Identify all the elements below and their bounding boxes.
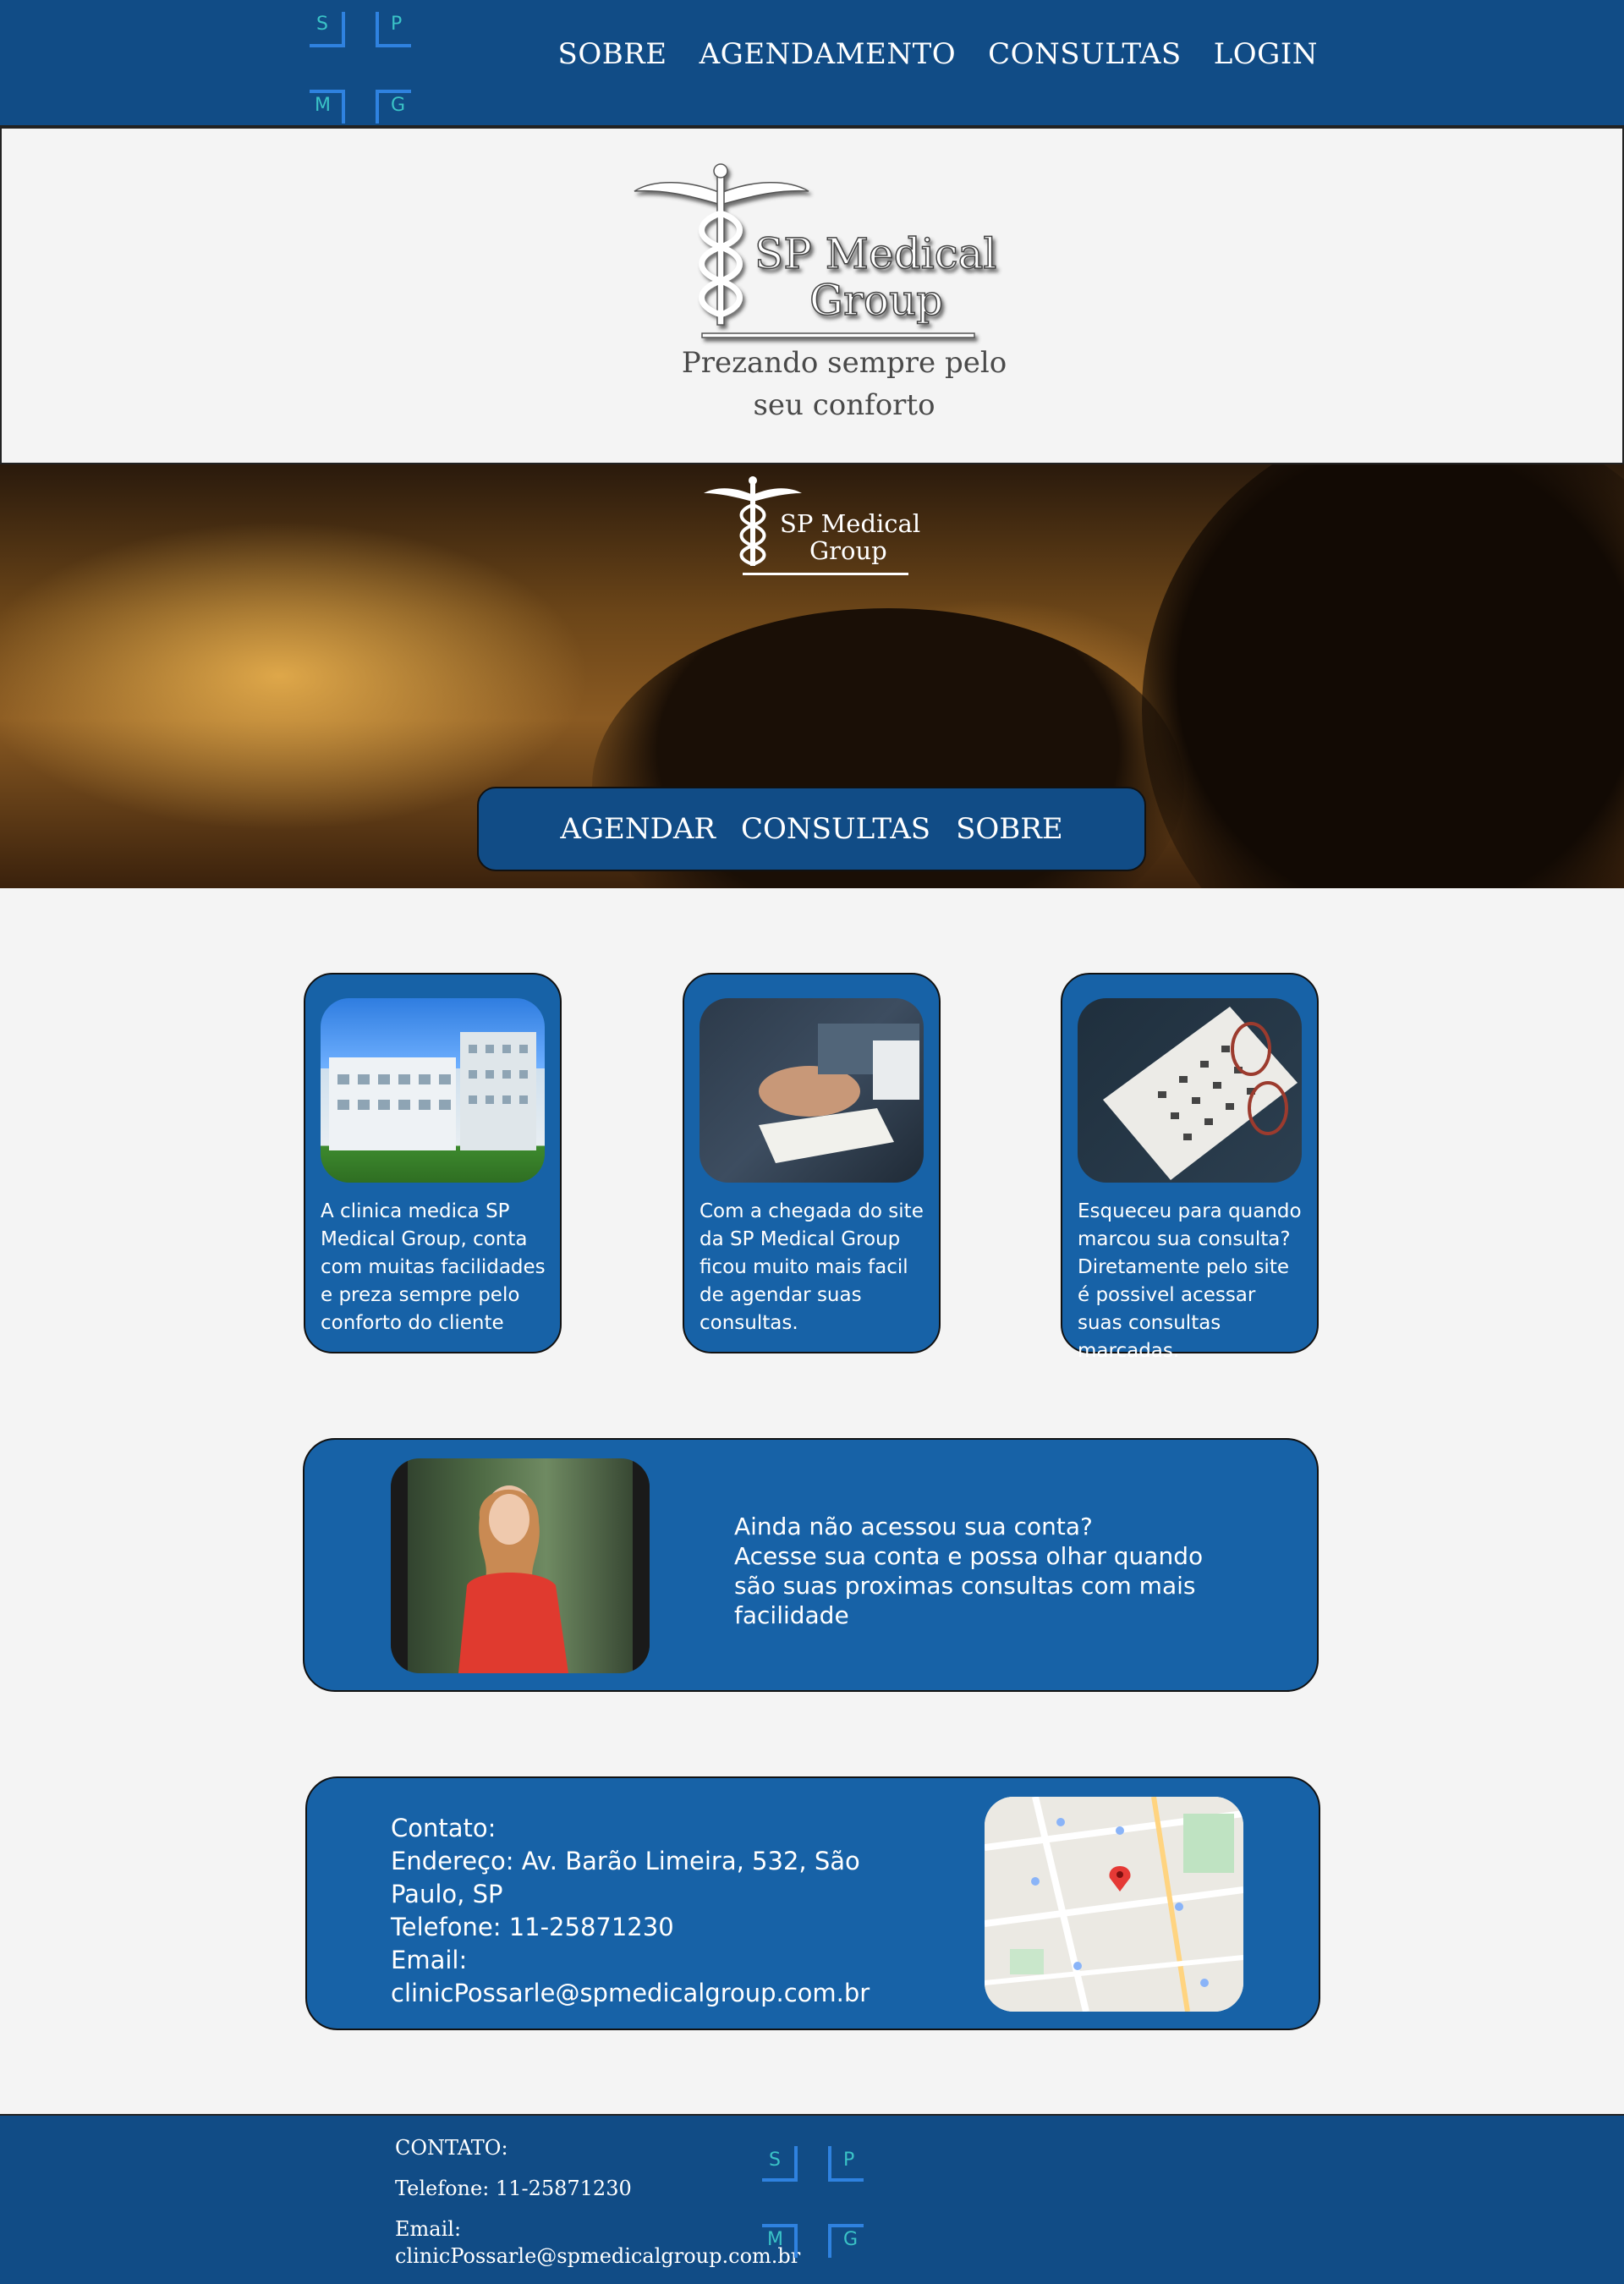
banner-nav-consultas[interactable]: CONSULTAS	[741, 812, 930, 846]
logo-letter-g: G	[391, 95, 406, 116]
contact-box: Contato: Endereço: Av. Barão Limeira, 53…	[305, 1776, 1320, 2030]
site-footer: CONTATO: Telefone: 11-25871230 Email: cl…	[0, 2114, 1624, 2284]
card-text: Com a chegada do site da SP Medical Grou…	[700, 1200, 924, 1334]
logo-letter-p: P	[843, 2149, 855, 2171]
footer-contact: CONTATO: Telefone: 11-25871230 Email: cl…	[395, 2134, 800, 2270]
site-header: S P M G SOBRE AGENDAMENTO CONSULTAS LOGI…	[0, 0, 1624, 127]
footer-email-label: Email:	[395, 2217, 462, 2241]
location-map[interactable]	[985, 1797, 1243, 2012]
info-card-appointments: Esqueceu para quando marcou sua consulta…	[1061, 973, 1319, 1362]
calendar-photo	[1078, 998, 1302, 1183]
hero-brand-line1: SP Medical	[754, 229, 996, 278]
footer-phone: Telefone: 11-25871230	[395, 2177, 632, 2200]
banner-nav: AGENDAR CONSULTAS SOBRE	[477, 787, 1146, 871]
clinic-building-photo	[321, 998, 545, 1183]
writing-hand-photo	[700, 998, 924, 1183]
nav-agendamento[interactable]: AGENDAMENTO	[700, 37, 957, 71]
banner-brand-line2: Group	[809, 536, 887, 565]
hero-brand-line2: Group	[809, 276, 943, 325]
hero-section: SP Medical Group Prezando sempre pelo se…	[0, 127, 1624, 464]
logo-letter-m: M	[767, 2229, 783, 2250]
footer-title: CONTATO:	[395, 2136, 508, 2160]
banner-nav-agendar[interactable]: AGENDAR	[560, 812, 716, 846]
logo-letter-s: S	[316, 14, 328, 35]
nav-consultas[interactable]: CONSULTAS	[988, 37, 1182, 71]
banner-nav-sobre[interactable]: SOBRE	[956, 812, 1063, 846]
footer-email[interactable]: clinicPossarle@spmedicalgroup.com.br	[395, 2243, 800, 2270]
account-promo: Ainda não acessou sua conta? Acesse sua …	[303, 1438, 1319, 1692]
banner-brand-line1: SP Medical	[780, 509, 920, 538]
contact-text: Contato: Endereço: Av. Barão Limeira, 53…	[391, 1812, 932, 2010]
info-card-schedule: Com a chegada do site da SP Medical Grou…	[683, 973, 941, 1353]
woman-portrait-photo	[391, 1458, 650, 1673]
info-card-clinic: A clinica medica SP Medical Group, conta…	[304, 973, 562, 1353]
caduceus-logo: SP Medical Group	[634, 163, 997, 338]
card-text: A clinica medica SP Medical Group, conta…	[321, 1200, 546, 1334]
banner-image: SP Medical Group AGENDAR CONSULTAS SOBRE	[0, 464, 1624, 888]
logo-letter-g: G	[843, 2229, 859, 2250]
nav-login[interactable]: LOGIN	[1214, 37, 1318, 71]
contact-title: Contato:	[391, 1814, 497, 1842]
card-text: Esqueceu para quando marcou sua consulta…	[1078, 1200, 1302, 1362]
banner-logo: SP Medical Group	[704, 476, 920, 575]
hero-tagline: Prezando sempre pelo seu conforto	[681, 346, 1007, 422]
logo-letter-p: P	[391, 14, 403, 35]
main-nav: SOBRE AGENDAMENTO CONSULTAS LOGIN	[558, 37, 1318, 71]
logo-letter-s: S	[769, 2149, 781, 2171]
account-promo-text: Ainda não acessou sua conta? Acesse sua …	[734, 1513, 1204, 1629]
spmg-logo[interactable]: S P M G	[303, 10, 418, 124]
contact-address: Endereço: Av. Barão Limeira, 532, São Pa…	[391, 1847, 860, 1908]
contact-phone: Telefone: 11-25871230	[391, 1913, 674, 1941]
banner-silhouette-head	[1142, 464, 1624, 888]
logo-letter-m: M	[315, 95, 331, 116]
contact-email[interactable]: Email: clinicPossarle@spmedicalgroup.com…	[391, 1944, 932, 2010]
nav-sobre[interactable]: SOBRE	[558, 37, 667, 71]
footer-spmg-logo[interactable]: S P M G	[755, 2144, 870, 2258]
